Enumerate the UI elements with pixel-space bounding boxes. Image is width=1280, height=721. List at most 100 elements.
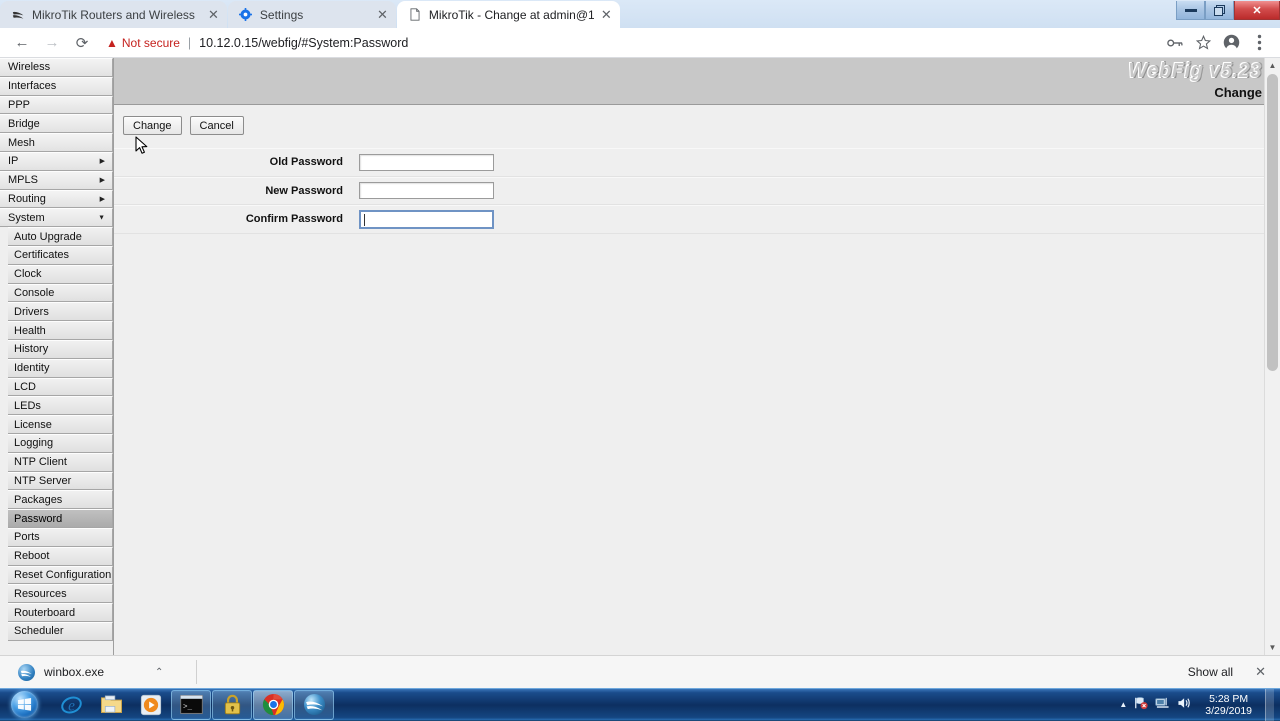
scrollbar-thumb[interactable] xyxy=(1267,74,1278,371)
show-desktop-button[interactable] xyxy=(1265,688,1274,721)
volume-icon[interactable] xyxy=(1177,696,1192,713)
sidebar-item-label: System xyxy=(8,211,45,224)
sidebar-item-label: LEDs xyxy=(14,399,41,412)
close-download-bar-icon[interactable]: ✕ xyxy=(1255,664,1270,680)
taskbar-winbox-lock[interactable] xyxy=(212,689,252,720)
sidebar-item-ntp-client[interactable]: NTP Client xyxy=(8,452,113,472)
sidebar-item-history[interactable]: History xyxy=(8,339,113,359)
sidebar-item-console[interactable]: Console xyxy=(8,283,113,303)
webfig-sidebar: Wireless Interfaces PPP Bridge Mesh IP ▶… xyxy=(0,58,114,655)
show-hidden-icons-button[interactable]: ▲ xyxy=(1119,700,1127,709)
star-icon[interactable] xyxy=(1190,30,1216,56)
taskbar-clock[interactable]: 5:28 PM 3/29/2019 xyxy=(1199,693,1258,717)
new-password-input[interactable] xyxy=(359,182,494,200)
sidebar-item-label: Certificates xyxy=(14,249,70,262)
action-center-icon[interactable] xyxy=(1134,696,1148,713)
tab-mikrotik-routers[interactable]: MikroTik Routers and Wireless - ✕ xyxy=(0,1,227,28)
scroll-down-icon[interactable]: ▼ xyxy=(1265,640,1280,655)
taskbar-media-player[interactable] xyxy=(131,690,171,720)
sidebar-item-reboot[interactable]: Reboot xyxy=(8,546,113,566)
sidebar-item-clock[interactable]: Clock xyxy=(8,264,113,284)
network-icon[interactable] xyxy=(1155,696,1170,713)
sidebar-item-system[interactable]: System ▼ xyxy=(0,208,113,228)
submenu-arrow-icon: ▶ xyxy=(99,177,105,185)
tab-strip: MikroTik Routers and Wireless - ✕ Settin… xyxy=(0,0,1280,28)
sidebar-item-auto-upgrade[interactable]: Auto Upgrade xyxy=(8,227,113,246)
reload-icon[interactable]: ⟳ xyxy=(68,30,96,56)
taskbar-command-prompt[interactable]: >_ xyxy=(171,689,211,720)
sidebar-item-ppp[interactable]: PPP xyxy=(0,95,113,115)
chrome-icon xyxy=(261,693,285,717)
cancel-button[interactable]: Cancel xyxy=(189,116,244,135)
tab-close-icon[interactable]: ✕ xyxy=(601,8,612,21)
sidebar-item-logging[interactable]: Logging xyxy=(8,433,113,453)
sidebar-item-lcd[interactable]: LCD xyxy=(8,377,113,397)
webfig-content: WebFig v5.23 Change Change Cancel Old Pa… xyxy=(114,58,1280,655)
sidebar-item-mesh[interactable]: Mesh xyxy=(0,133,113,152)
sidebar-item-identity[interactable]: Identity xyxy=(8,358,113,378)
tab-title: MikroTik - Change at admin@10 xyxy=(428,7,594,22)
sidebar-item-drivers[interactable]: Drivers xyxy=(8,302,113,322)
sidebar-item-password[interactable]: Password xyxy=(8,509,113,528)
taskbar-internet-explorer[interactable]: e xyxy=(51,690,91,720)
tab-settings[interactable]: Settings ✕ xyxy=(227,1,396,28)
tab-mikrotik-change[interactable]: MikroTik - Change at admin@10 ✕ xyxy=(396,1,620,28)
sidebar-item-bridge[interactable]: Bridge xyxy=(0,114,113,134)
tab-close-icon[interactable]: ✕ xyxy=(377,8,388,21)
sidebar-item-leds[interactable]: LEDs xyxy=(8,396,113,416)
sidebar-item-scheduler[interactable]: Scheduler xyxy=(8,621,113,641)
download-item-winbox[interactable]: winbox.exe ⌃ xyxy=(10,659,188,685)
taskbar-winbox[interactable] xyxy=(294,689,334,720)
minimize-button[interactable] xyxy=(1176,1,1205,20)
lock-icon xyxy=(220,693,244,717)
page-title: Change xyxy=(1214,85,1262,100)
sidebar-item-label: Reboot xyxy=(14,550,50,563)
sidebar-item-health[interactable]: Health xyxy=(8,321,113,340)
sidebar-item-ntp-server[interactable]: NTP Server xyxy=(8,471,113,491)
sidebar-item-license[interactable]: License xyxy=(8,415,113,434)
profile-icon[interactable] xyxy=(1218,30,1244,56)
key-icon[interactable] xyxy=(1162,30,1188,56)
chevron-up-icon[interactable]: ⌃ xyxy=(155,667,163,678)
menu-icon[interactable] xyxy=(1246,30,1272,56)
sidebar-item-routerboard[interactable]: Routerboard xyxy=(8,603,113,622)
system-tray: ▲ 5:28 PM 3/29/2019 xyxy=(1119,688,1280,721)
clock-date: 3/29/2019 xyxy=(1205,704,1252,717)
scroll-up-icon[interactable]: ▲ xyxy=(1265,58,1280,73)
taskbar-chrome[interactable] xyxy=(253,689,293,720)
maximize-button[interactable] xyxy=(1205,1,1234,20)
change-button[interactable]: Change xyxy=(123,116,182,135)
form-row-new-password: New Password xyxy=(114,176,1280,205)
sidebar-item-label: NTP Client xyxy=(14,456,67,469)
sidebar-item-label: IP xyxy=(8,155,19,168)
sidebar-item-ip[interactable]: IP ▶ xyxy=(0,151,113,171)
sidebar-item-label: Bridge xyxy=(8,117,40,130)
sidebar-item-interfaces[interactable]: Interfaces xyxy=(0,76,113,96)
sidebar-item-reset-configuration[interactable]: Reset Configuration xyxy=(8,565,113,585)
old-password-input[interactable] xyxy=(359,153,494,171)
windows-taskbar: e >_ ▲ 5:28 PM 3/29/2019 xyxy=(0,688,1280,721)
mikrotik-icon xyxy=(11,8,25,22)
sidebar-item-certificates[interactable]: Certificates xyxy=(8,245,113,265)
address-bar[interactable]: ▲ Not secure | 10.12.0.15/webfig/#System… xyxy=(104,31,1154,55)
show-all-downloads-button[interactable]: Show all xyxy=(1178,661,1243,683)
security-indicator[interactable]: ▲ Not secure xyxy=(106,36,180,50)
sidebar-item-mpls[interactable]: MPLS ▶ xyxy=(0,170,113,190)
page-scrollbar[interactable]: ▲ ▼ xyxy=(1264,58,1280,655)
confirm-password-input[interactable] xyxy=(359,209,494,229)
tab-close-icon[interactable]: ✕ xyxy=(208,8,219,21)
sidebar-item-ports[interactable]: Ports xyxy=(8,527,113,547)
taskbar-file-explorer[interactable] xyxy=(91,690,131,720)
close-button[interactable]: ✕ xyxy=(1234,1,1280,20)
sidebar-item-packages[interactable]: Packages xyxy=(8,490,113,510)
sidebar-item-label: Routing xyxy=(8,192,46,205)
back-icon[interactable]: ← xyxy=(8,30,36,56)
sidebar-item-label: Auto Upgrade xyxy=(14,230,82,243)
submenu-arrow-icon: ▶ xyxy=(99,195,105,203)
sidebar-item-routing[interactable]: Routing ▶ xyxy=(0,189,113,209)
media-player-icon xyxy=(139,693,163,717)
start-button[interactable] xyxy=(2,690,46,720)
url-text: 10.12.0.15/webfig/#System:Password xyxy=(199,35,409,50)
sidebar-item-resources[interactable]: Resources xyxy=(8,584,113,604)
sidebar-item-wireless[interactable]: Wireless xyxy=(0,58,113,77)
